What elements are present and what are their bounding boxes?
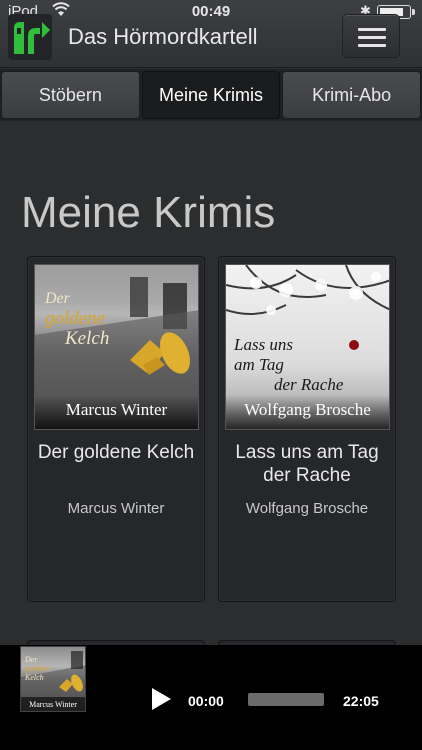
- tab-stoebern[interactable]: Stöbern: [1, 71, 140, 119]
- progress-slider[interactable]: [248, 693, 324, 706]
- tab-krimi-abo[interactable]: Krimi-Abo: [282, 71, 422, 119]
- book-cover[interactable]: Der goldene Kelch Marcus Winter: [34, 264, 199, 430]
- app-title: Das Hörmordkartell: [68, 24, 258, 49]
- now-playing-cover[interactable]: Der goldene Kelch Marcus Winter: [20, 646, 86, 712]
- blood-drop-icon: [349, 340, 359, 350]
- app-logo-icon: [8, 14, 52, 60]
- hamburger-menu-icon: [358, 28, 386, 31]
- cover-title-line: Der: [25, 655, 38, 664]
- book-card[interactable]: Lass uns am Tag der Rache Wolfgang Brosc…: [218, 256, 396, 602]
- hamburger-menu-icon: [358, 44, 386, 47]
- book-cover[interactable]: Lass uns am Tag der Rache Wolfgang Brosc…: [225, 264, 390, 430]
- book-title: Lass uns am Tag der Rache: [235, 442, 379, 486]
- book-card[interactable]: Der goldene Kelch Marcus Winter Der gold…: [27, 256, 205, 602]
- play-icon[interactable]: [150, 687, 172, 711]
- audio-player: Der goldene Kelch Marcus Winter 00:00 22…: [0, 645, 422, 750]
- cover-author: Wolfgang Brosche: [244, 400, 371, 419]
- total-time: 22:05: [343, 693, 379, 709]
- cover-title-line: goldene: [45, 308, 106, 329]
- cover-author: Marcus Winter: [29, 700, 77, 709]
- tab-meine-krimis[interactable]: Meine Krimis: [141, 71, 281, 119]
- cover-title-line: Kelch: [25, 673, 44, 682]
- cover-title-line: Der: [45, 290, 70, 307]
- top-bar: iPod 00:49 ✱ Das Hörmordkartell: [0, 0, 422, 68]
- cover-title-line: goldene: [25, 664, 51, 673]
- cover-title-line: am Tag: [234, 355, 284, 374]
- book-title: Der goldene Kelch: [37, 442, 195, 463]
- cover-author: Marcus Winter: [65, 400, 168, 419]
- tab-bar: Stöbern Meine Krimis Krimi-Abo: [0, 69, 422, 121]
- book-author: Wolfgang Brosche: [245, 500, 369, 517]
- page-title: Meine Krimis: [21, 188, 276, 237]
- hamburger-menu-icon: [358, 36, 386, 39]
- book-author: Marcus Winter: [67, 500, 165, 517]
- cover-title-line: der Rache: [274, 375, 344, 394]
- current-time: 00:00: [188, 693, 224, 709]
- menu-button[interactable]: [342, 14, 400, 58]
- cover-title-line: Kelch: [65, 328, 110, 349]
- cover-title-line: Lass uns: [234, 335, 294, 354]
